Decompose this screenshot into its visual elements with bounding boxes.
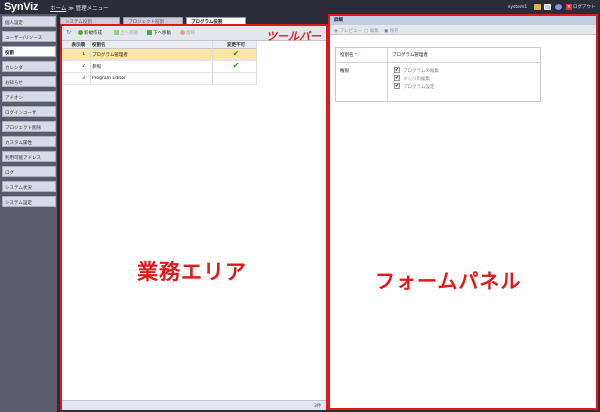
move-up-button[interactable]: 上へ移動 [114,30,138,36]
preview-label: プレビュー [339,29,362,34]
sidebar-item-users-resources[interactable]: ユーザー/リソース [2,31,56,42]
sidebar-item-project-delete[interactable]: プロジェクト削除 [2,121,56,132]
column-divider [90,41,91,85]
add-icon [78,30,83,35]
row-name: プログラム管理者 [92,53,128,58]
table-row[interactable]: 3 Program Editor [62,73,256,85]
current-user: system1 [508,5,528,10]
form-title: 詳細 [330,16,596,25]
new-button[interactable]: 新規作成 [78,30,102,36]
new-button-label: 新規作成 [84,31,102,36]
refresh-icon[interactable]: ↻ [66,29,71,36]
sidebar-item-logs[interactable]: ログ [2,166,56,177]
row-order: 3 [82,76,85,81]
breadcrumb-separator: ≫ [68,6,74,12]
check-icon: ✔ [232,49,240,58]
delete-button[interactable]: 削除 [180,30,195,36]
role-form-fields: 役割名 * プログラム管理者 権限 ✔ プログラムの編集 ✔ メンバの編集 ✔ … [335,47,542,103]
perm-program-edit-label: プログラムの編集 [403,69,439,74]
move-up-label: 上へ移動 [120,31,138,36]
edit-button[interactable]: ▢ 編集 [364,28,379,34]
field-column-divider [387,48,388,103]
logout-button[interactable]: × ログアウト [566,4,596,10]
role-name-label: 役割名 * [340,52,357,58]
table-row[interactable]: 1 プログラム管理者 ✔ [62,49,256,61]
arrow-up-icon [114,30,119,35]
field-divider [336,62,542,63]
role-name-label-text: 役割名 [340,53,354,58]
business-area: ↻ 新規作成 上へ移動 下へ移動 削除 ツールバー 表示順 役割名 変更不可 1… [60,24,328,410]
row-order: 2 [82,64,85,69]
preview-button[interactable]: ◉ プレビュー [334,28,362,34]
monitor-icon[interactable] [544,4,551,10]
home-icon[interactable] [534,4,541,10]
check-icon: ✔ [232,61,240,70]
record-count: 3件 [314,404,322,409]
save-button[interactable]: ▣ 保存 [384,28,399,34]
row-name: Program Editor [92,76,126,81]
required-mark: * [354,53,358,58]
move-down-button[interactable]: 下へ移動 [147,30,171,36]
breadcrumb: ホーム ≫ 管理メニュー [50,4,109,12]
sidebar-item-available-addresses[interactable]: 利用可能アドレス [2,151,56,162]
permissions-label: 権限 [340,69,349,74]
sidebar-item-system-status[interactable]: システム状況 [2,181,56,192]
col-order-header[interactable]: 表示順 [65,42,86,48]
logout-label: ログアウト [573,5,596,10]
sidebar-item-login-users[interactable]: ログインユーザ [2,106,56,117]
toolbar-annotation: ツールバー [266,30,321,43]
form-panel: 詳細 ◉ プレビュー ▢ 編集 ▣ 保存 役割名 * プログラム管理者 権限 ✔… [328,14,598,410]
role-name-value[interactable]: プログラム管理者 [392,52,428,58]
column-divider [212,41,213,85]
form-panel-annotation: フォームパネル [375,269,522,293]
table-footer [62,400,326,410]
row-name: 参照 [92,65,101,70]
sidebar-item-personal-settings[interactable]: 個人設定 [2,16,56,27]
sidebar: 個人設定 ユーザー/リソース 役割 カレンダ お知らせ アドオン ログインユーザ… [0,14,57,412]
perm-member-edit-label: メンバの編集 [403,77,430,82]
col-name-header[interactable]: 役割名 [92,42,212,48]
header-bar: SynViz ホーム ≫ 管理メニュー system1 × ログアウト [0,0,600,14]
sidebar-item-roles[interactable]: 役割 [2,46,56,57]
breadcrumb-current: 管理メニュー [75,6,109,12]
close-icon: × [566,4,572,10]
form-toolbar: ◉ プレビュー ▢ 編集 ▣ 保存 [330,25,596,35]
perm-program-settings-checkbox[interactable]: ✔ [394,83,400,89]
help-icon[interactable] [555,4,562,10]
table-row[interactable]: 2 参照 ✔ [62,61,256,73]
app-logo: SynViz [4,1,39,13]
sidebar-item-calendar[interactable]: カレンダ [2,61,56,72]
perm-program-edit-checkbox[interactable]: ✔ [394,67,400,73]
sidebar-item-notices[interactable]: お知らせ [2,76,56,87]
arrow-down-icon [147,30,152,35]
move-down-label: 下へ移動 [153,31,171,36]
delete-label: 削除 [186,31,195,36]
sidebar-item-addons[interactable]: アドオン [2,91,56,102]
perm-program-settings-label: プログラム設定 [403,85,435,90]
table-header: 表示順 役割名 変更不可 [62,41,256,49]
sidebar-item-system-settings[interactable]: システム設定 [2,196,56,207]
toolbar: ↻ 新規作成 上へ移動 下へ移動 削除 ツールバー [62,26,326,43]
business-area-annotation: 業務エリア [137,260,247,284]
col-locked-header[interactable]: 変更不可 [217,42,255,48]
delete-icon [180,30,185,35]
save-label: 保存 [389,29,399,34]
row-order: 1 [82,52,85,57]
column-divider [256,41,257,85]
breadcrumb-home-link[interactable]: ホーム [50,6,66,12]
sidebar-item-custom-attributes[interactable]: カスタム属性 [2,136,56,147]
perm-member-edit-checkbox[interactable]: ✔ [394,75,400,81]
edit-label: 編集 [369,29,379,34]
